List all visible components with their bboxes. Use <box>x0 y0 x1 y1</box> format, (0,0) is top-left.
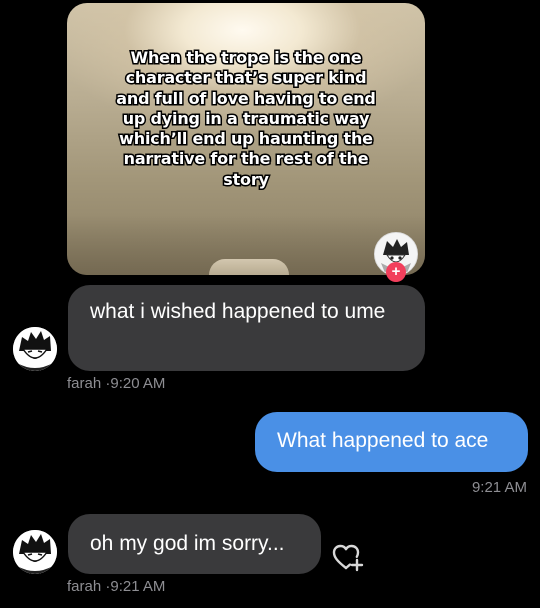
message-time: 9:21 AM <box>110 578 166 595</box>
sender-avatar[interactable] <box>13 530 57 574</box>
sender-avatar[interactable] <box>13 327 57 371</box>
message-meta: farah ·9:21 AM <box>67 578 165 595</box>
message-time: 9:20 AM <box>110 375 166 392</box>
anime-avatar-icon <box>13 530 57 574</box>
heart-plus-icon[interactable] <box>331 540 367 576</box>
shared-post-card[interactable]: When the trope is the one character that… <box>67 3 425 275</box>
message-text: oh my god im sorry... <box>90 532 285 555</box>
follow-badge[interactable]: + <box>386 262 406 282</box>
message-bubble-outgoing[interactable]: What happened to ace <box>255 412 528 472</box>
post-caption: When the trope is the one character that… <box>115 46 378 190</box>
message-time: 9:21 AM <box>471 479 527 496</box>
sender-name: farah <box>67 375 102 392</box>
post-background-lamp <box>209 259 289 275</box>
message-bubble-incoming[interactable]: oh my god im sorry... <box>68 514 321 574</box>
message-meta: farah ·9:20 AM <box>67 375 165 392</box>
message-text: what i wished happened to ume <box>90 300 386 323</box>
sender-name: farah <box>67 578 102 595</box>
message-bubble-incoming[interactable]: what i wished happened to ume <box>68 285 425 371</box>
message-text: What happened to ace <box>277 429 489 452</box>
anime-avatar-icon <box>13 327 57 371</box>
